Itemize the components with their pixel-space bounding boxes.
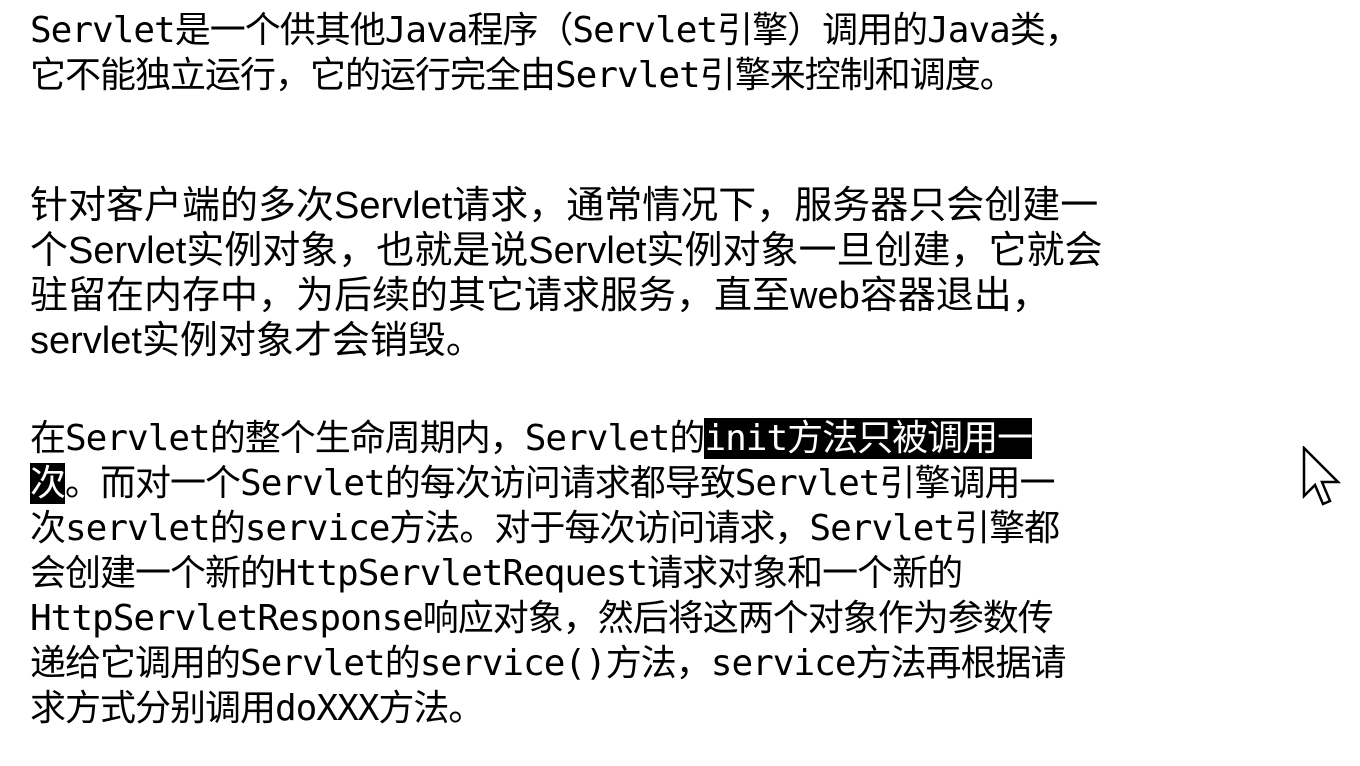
text-line: 个Servlet实例对象，也就是说Servlet实例对象一旦创建，它就会 [30,230,1103,272]
text-line: 会创建一个新的HttpServletRequest请求对象和一个新的 [30,553,963,594]
text-line: 次。而对一个Servlet的每次访问请求都导致Servlet引擎调用一 [30,461,1066,506]
text-line: 求方式分别调用doXXX方法。 [30,688,484,729]
mouse-pointer-icon [1302,446,1342,506]
text-segment: 。而对一个Servlet的每次访问请求都导致Servlet引擎调用一 [65,463,1055,504]
text-segment: 在Servlet的整个生命周期内，Servlet的 [30,418,705,459]
document-page: Servlet是一个供其他Java程序（Servlet引擎）调用的Java类， … [0,0,1360,766]
text-line: 它不能独立运行，它的运行完全由Servlet引擎来控制和调度。 [30,55,1016,96]
text-line: Servlet是一个供其他Java程序（Servlet引擎）调用的Java类， [30,10,1081,51]
text-line: 递给它调用的Servlet的service()方法，service方法再根据请 [30,643,1066,684]
text-line: 在Servlet的整个生命周期内，Servlet的init方法只被调用一 [30,416,1066,461]
selected-text[interactable]: 次 [30,463,66,504]
paragraph-servlet-lifecycle: 在Servlet的整个生命周期内，Servlet的init方法只被调用一 次。而… [30,416,1066,731]
paragraph-servlet-definition: Servlet是一个供其他Java程序（Servlet引擎）调用的Java类， … [30,8,1081,98]
selected-text[interactable]: init方法只被调用一 [704,418,1033,459]
text-line: 驻留在内存中，为后续的其它请求服务，直至web容器退出， [30,275,1050,317]
text-line: 次servlet的service方法。对于每次访问请求，Servlet引擎都 [30,508,1060,549]
text-line: HttpServletResponse响应对象，然后将这两个对象作为参数传 [30,598,1054,639]
text-line: 针对客户端的多次Servlet请求，通常情况下，服务器只会创建一 [30,185,1099,227]
text-line: servlet实例对象才会销毁。 [30,320,484,362]
paragraph-servlet-instance: 针对客户端的多次Servlet请求，通常情况下，服务器只会创建一 个Servle… [30,184,1103,364]
